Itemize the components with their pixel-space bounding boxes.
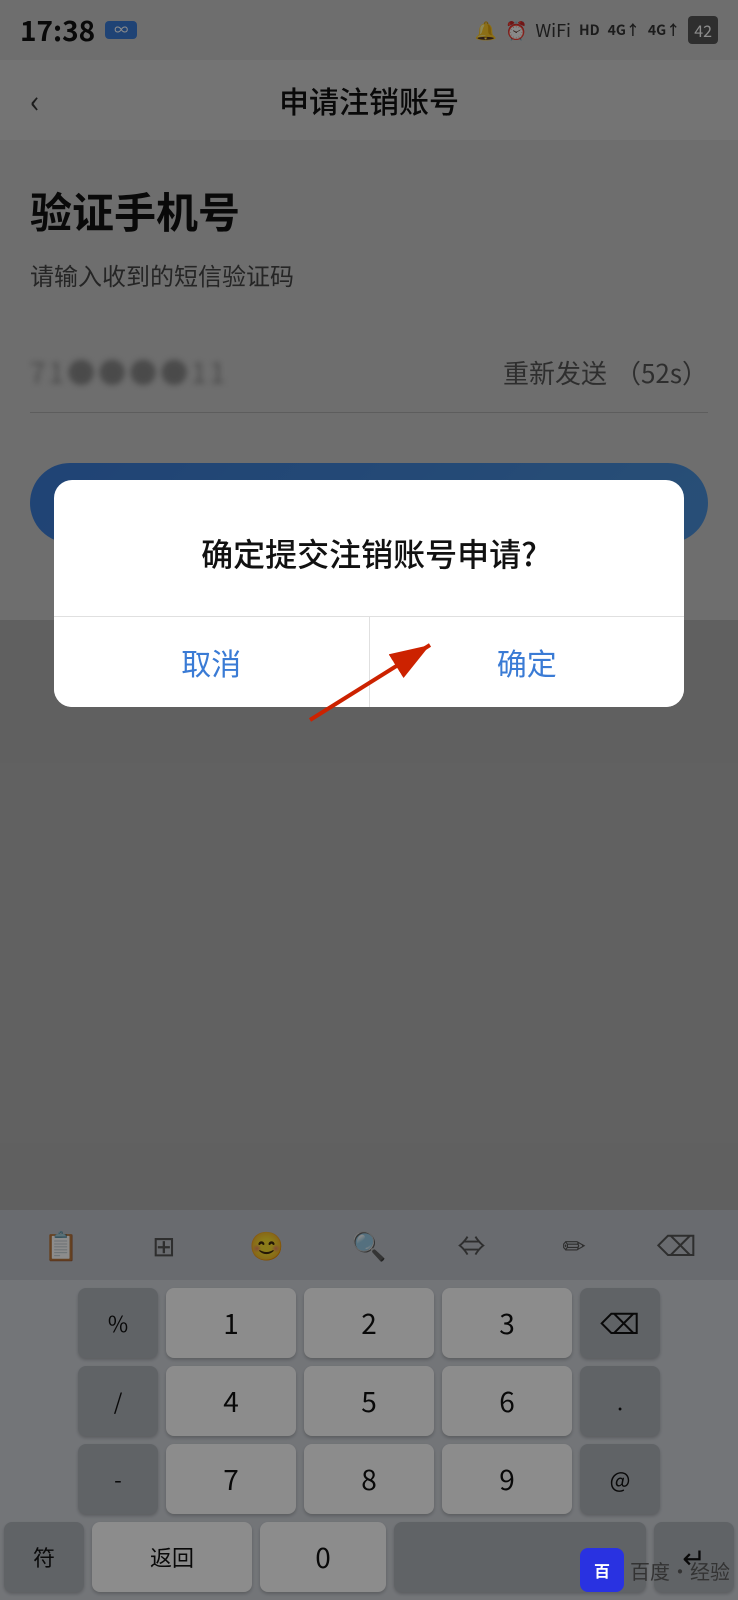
arrow-annotation — [300, 630, 460, 730]
watermark: 百 百度·经验 — [580, 1548, 730, 1592]
watermark-text: 百度·经验 — [630, 1556, 730, 1585]
dialog-message: 确定提交注销账号申请? — [201, 530, 537, 576]
dialog-overlay — [0, 0, 738, 1600]
dialog-body: 确定提交注销账号申请? — [54, 480, 684, 616]
baidu-logo: 百 — [580, 1548, 624, 1592]
